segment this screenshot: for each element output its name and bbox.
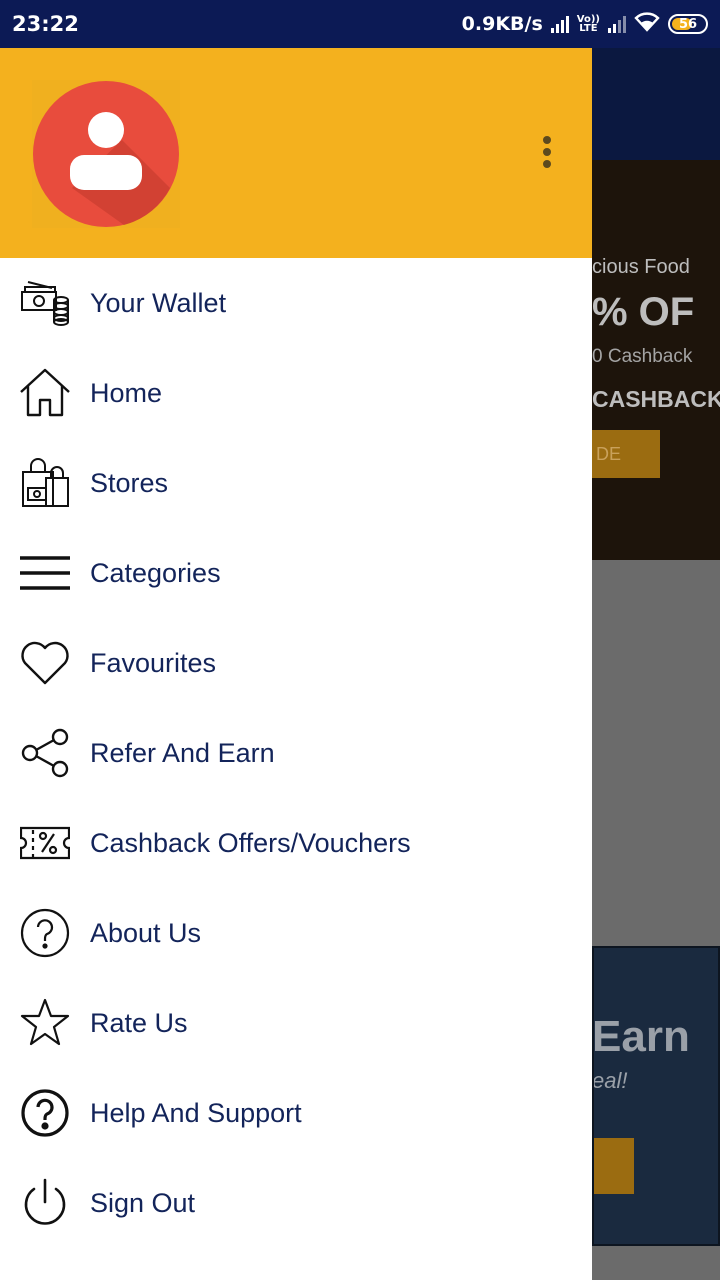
menu-label-help: Help And Support xyxy=(90,1097,302,1128)
share-icon xyxy=(20,728,70,778)
background-app-bar xyxy=(592,48,720,160)
menu-label-stores: Stores xyxy=(90,467,169,498)
voucher-icon xyxy=(20,818,70,868)
banner-text-1: cious Food xyxy=(592,256,690,278)
question-circle-icon xyxy=(20,908,70,958)
promo-title: Earn xyxy=(592,1012,690,1061)
menu-item-cashback[interactable]: Cashback Offers/Vouchers xyxy=(0,798,592,888)
wifi-icon xyxy=(634,11,660,37)
banner-text-2: % OF xyxy=(592,290,695,334)
menu-label-refer: Refer And Earn xyxy=(90,737,275,768)
volte-icon: Vo)) LTE xyxy=(576,14,600,34)
menu-item-help[interactable]: Help And Support xyxy=(0,1068,592,1158)
stores-icon xyxy=(20,458,70,508)
user-avatar-icon xyxy=(32,80,180,228)
drawer-menu: Your Wallet Home Stores Categories Favou… xyxy=(0,258,592,1248)
menu-item-about[interactable]: About Us xyxy=(0,888,592,978)
menu-item-stores[interactable]: Stores xyxy=(0,438,592,528)
network-speed: 0.9KB/s xyxy=(461,13,543,35)
menu-label-signout: Sign Out xyxy=(90,1187,196,1218)
status-bar: 23:22 0.9KB/s Vo)) LTE 56 xyxy=(0,0,720,48)
wallet-icon xyxy=(20,278,70,328)
navigation-drawer: Your Wallet Home Stores Categories Favou… xyxy=(0,48,592,1280)
help-icon xyxy=(20,1088,70,1138)
menu-label-categories: Categories xyxy=(90,557,221,588)
menu-label-wallet: Your Wallet xyxy=(90,287,227,318)
menu-item-rate[interactable]: Rate Us xyxy=(0,978,592,1068)
avatar[interactable] xyxy=(32,80,180,228)
battery-icon: 56 xyxy=(668,14,708,34)
star-icon xyxy=(20,998,70,1048)
heart-icon xyxy=(20,638,70,688)
banner-text-3: 0 Cashback xyxy=(592,346,693,367)
power-icon xyxy=(20,1178,70,1228)
menu-label-rate: Rate Us xyxy=(90,1007,188,1038)
status-icons: 0.9KB/s Vo)) LTE 56 xyxy=(461,11,708,37)
drawer-header xyxy=(0,48,592,258)
status-time: 23:22 xyxy=(12,12,79,36)
background-bottom xyxy=(592,1246,720,1280)
background-scrim-area xyxy=(592,560,720,946)
promo-button xyxy=(594,1138,634,1194)
background-promo: Earn eal! xyxy=(592,946,720,1246)
menu-label-home: Home xyxy=(90,377,163,408)
menu-item-signout[interactable]: Sign Out xyxy=(0,1158,592,1248)
promo-subtitle: eal! xyxy=(592,1068,628,1093)
banner-text-4: CASHBACK xyxy=(592,386,720,412)
more-options-icon[interactable] xyxy=(532,130,562,174)
signal-icon-2 xyxy=(608,15,626,33)
menu-item-categories[interactable]: Categories xyxy=(0,528,592,618)
signal-icon xyxy=(550,15,569,33)
background-banner: cious Food % OF 0 Cashback CASHBACK DE xyxy=(592,160,720,560)
home-icon xyxy=(20,368,70,418)
screen: 23:22 0.9KB/s Vo)) LTE 56 cious Food % OF… xyxy=(0,0,720,1280)
menu-label-cashback: Cashback Offers/Vouchers xyxy=(90,827,411,858)
menu-item-wallet[interactable]: Your Wallet xyxy=(0,258,592,348)
menu-item-refer[interactable]: Refer And Earn xyxy=(0,708,592,798)
menu-item-home[interactable]: Home xyxy=(0,348,592,438)
menu-label-favourites: Favourites xyxy=(90,647,217,678)
banner-button: DE xyxy=(592,430,660,478)
menu-label-about: About Us xyxy=(90,917,202,948)
categories-icon xyxy=(20,548,70,598)
menu-item-favourites[interactable]: Favourites xyxy=(0,618,592,708)
